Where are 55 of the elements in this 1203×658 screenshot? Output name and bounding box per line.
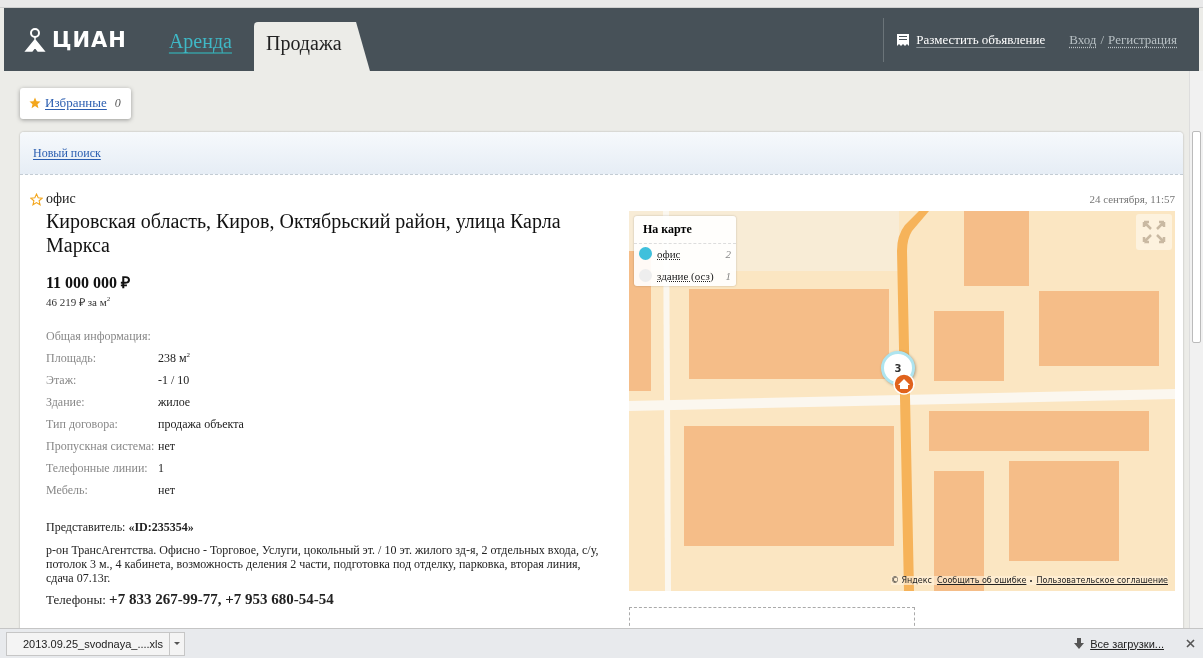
legend-count: 1 bbox=[725, 269, 731, 282]
document-icon bbox=[896, 32, 911, 47]
description: р-он ТрансАгентства. Офисно - Торговое, Услуги, цокольный эт. / 10 эт. жилого зд-я, 2 отдельных входа, с/у, потолок 3 м., 4 кабинета, возможность деления 2 части, подготовка под отделку, парковка, вторая линия, сдача 07.13г. bbox=[46, 543, 600, 585]
field-value: -1 / 10 bbox=[158, 372, 190, 388]
scrollbar-thumb[interactable] bbox=[1192, 131, 1201, 343]
map-copyright: © Яндекс bbox=[890, 576, 932, 585]
map-link[interactable]: Пользовательское соглашение bbox=[1036, 576, 1168, 585]
field-label: Этаж: bbox=[46, 372, 78, 388]
address-title: Кировская область, Киров, Октябрьский район, улица Карла Маркса bbox=[46, 209, 562, 257]
listing-type: офис bbox=[46, 191, 76, 207]
section-title: Общая информация: bbox=[46, 329, 152, 344]
scrollbar[interactable] bbox=[1189, 71, 1203, 628]
nav-tab[interactable]: Продажа bbox=[253, 22, 370, 71]
field-value: 1 bbox=[158, 460, 164, 476]
field-value: продажа объекта bbox=[158, 416, 244, 432]
field-value: нет bbox=[158, 482, 175, 498]
download-icon bbox=[1074, 637, 1085, 650]
field-label: Пропускная система: bbox=[46, 438, 156, 454]
price-per-meter: 46 219 ₽ за м$^{2}$ bbox=[46, 294, 112, 309]
separator: / bbox=[1100, 31, 1105, 48]
agent-line: Представитель: «ID:235354» bbox=[46, 520, 195, 535]
close-icon[interactable] bbox=[1186, 639, 1195, 648]
logo[interactable]: ЦИАН bbox=[24, 8, 127, 71]
new-search-link[interactable]: Новый поиск bbox=[33, 145, 101, 161]
caret-icon bbox=[174, 642, 180, 645]
legend-title: На карте bbox=[634, 216, 736, 244]
login-link[interactable]: Вход bbox=[1069, 31, 1097, 48]
map-link[interactable]: Сообщить об ошибке bbox=[936, 576, 1027, 585]
post-ad-link[interactable]: Разместить объявление bbox=[916, 31, 1046, 48]
map[interactable]: На карте офис 2 здание (осз) 1 3 © Яндекс Сообщить об ошибке Пользовательское соглашение bbox=[629, 211, 1175, 591]
field-value: жилое bbox=[158, 394, 191, 410]
star-icon bbox=[29, 97, 41, 109]
field-label: Тип договора: bbox=[46, 416, 119, 432]
register-link[interactable]: Регистрация bbox=[1108, 31, 1177, 48]
field-value: 238 м$^{2}$ bbox=[158, 350, 191, 366]
fullscreen-button[interactable] bbox=[1136, 214, 1172, 250]
legend-count: 2 bbox=[725, 247, 731, 260]
dropdown-button[interactable] bbox=[169, 631, 185, 656]
field-label: Здание: bbox=[46, 394, 86, 410]
listing-date: 24 сентября, 11:57 bbox=[1089, 193, 1175, 205]
star-icon[interactable] bbox=[30, 192, 43, 206]
field-label: Телефонные линии: bbox=[46, 460, 149, 476]
favorites-link[interactable]: Избранные bbox=[45, 95, 107, 111]
field-label: Площадь: bbox=[46, 350, 98, 366]
field-label: Мебель: bbox=[46, 482, 89, 498]
phones-line: Телефоны: +7 833 267-99-77, +7 953 680-54-54 bbox=[46, 591, 335, 608]
all-downloads-link[interactable]: Все загрузки... bbox=[1090, 637, 1164, 650]
field-value: нет bbox=[158, 438, 175, 454]
pin-icon bbox=[24, 27, 46, 52]
legend-link[interactable]: здание (осз) bbox=[657, 269, 714, 282]
favorites-count: 0 bbox=[114, 95, 121, 111]
download-item[interactable]: 2013.09.25_svodnaya_....xls bbox=[6, 631, 169, 656]
price: 11 000 000 ₽ bbox=[46, 273, 132, 293]
expand-icon bbox=[1141, 219, 1167, 245]
legend-link[interactable]: офис bbox=[657, 247, 681, 260]
